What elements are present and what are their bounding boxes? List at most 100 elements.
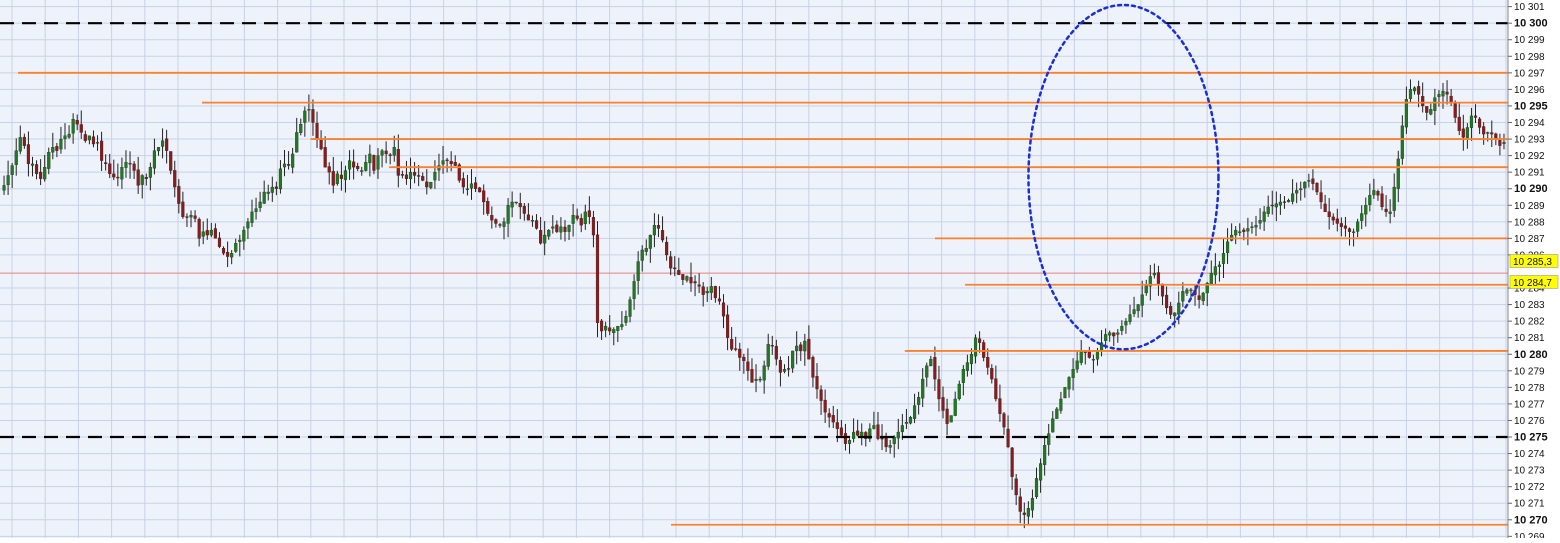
y-tick-label: 10 294: [1514, 118, 1545, 129]
candle-body-up: [2, 185, 6, 191]
candle-body-up: [71, 119, 75, 134]
candle-body-down: [1445, 91, 1449, 95]
candle-body-up: [1185, 289, 1189, 294]
candle-body-down: [856, 430, 860, 436]
candle-body-up: [1372, 190, 1376, 196]
candle-body-down: [417, 175, 421, 177]
candle-body-down: [83, 134, 87, 141]
candle-body-down: [473, 182, 478, 189]
candle-body-down: [717, 298, 722, 302]
y-tick-label: 10 296: [1514, 85, 1545, 96]
candle-body-up: [612, 329, 616, 334]
candle-body-down: [1022, 512, 1026, 515]
candle-body-down: [941, 397, 945, 411]
candle-body-down: [132, 163, 136, 171]
candle-body-down: [986, 357, 990, 368]
candle-body-down: [815, 376, 819, 390]
candle-body-up: [242, 229, 246, 242]
candle-body-up: [1152, 272, 1156, 276]
candle-body-down: [1002, 413, 1006, 428]
candle-body-down: [226, 252, 230, 257]
candle-body-up: [270, 186, 274, 193]
candle-body-up: [1136, 304, 1140, 312]
candle-body-up: [795, 345, 799, 352]
candle-body-up: [1043, 445, 1047, 465]
candle-body-up: [1128, 314, 1132, 322]
candle-body-up: [624, 316, 628, 323]
candle-body-down: [681, 274, 685, 280]
candle-body-down: [384, 150, 388, 155]
candle-body-up: [465, 188, 469, 190]
candle-body-down: [1165, 294, 1169, 309]
candle-body-up: [47, 152, 51, 169]
candle-body-down: [177, 186, 181, 204]
candle-body-up: [888, 445, 892, 448]
y-tick-label: 10 272: [1514, 482, 1545, 493]
candle-body-up: [957, 383, 961, 399]
candle-body-down: [1169, 305, 1173, 315]
candle-body-up: [1189, 289, 1193, 292]
candle-body-up: [392, 147, 396, 156]
candle-body-down: [937, 379, 941, 400]
candle-body-up: [1217, 264, 1221, 267]
candle-body-up: [1286, 200, 1291, 203]
candle-body-up: [347, 160, 352, 170]
candle-body-up: [1274, 203, 1278, 208]
candle-body-down: [193, 215, 197, 219]
candle-body-down: [1319, 192, 1323, 203]
candle-body-down: [1347, 228, 1352, 232]
candle-body-down: [599, 320, 604, 332]
candle-body-up: [1368, 195, 1372, 205]
candle-body-up: [120, 167, 124, 180]
candle-body-down: [978, 338, 982, 343]
candle-body-down: [555, 224, 559, 232]
candle-body-up: [1441, 90, 1445, 97]
candle-body-up: [380, 150, 384, 156]
candle-body-up: [124, 162, 128, 168]
y-tick-label: 10 293: [1514, 135, 1545, 146]
candle-body-up: [1303, 181, 1307, 189]
candle-body-down: [185, 216, 189, 218]
candle-body-up: [1132, 309, 1136, 314]
candle-body-down: [843, 433, 848, 444]
candle-body-up: [14, 150, 18, 165]
candle-body-down: [827, 413, 831, 418]
candle-body-down: [213, 228, 217, 239]
candle-body-up: [949, 415, 953, 423]
candle-body-up: [762, 365, 766, 381]
y-tick-label: 10 292: [1514, 151, 1545, 162]
candle-body-up: [1400, 125, 1404, 159]
candle-body-up: [87, 135, 91, 141]
candle-body-down: [461, 178, 465, 188]
candle-body-down: [839, 427, 843, 436]
candle-body-down: [734, 348, 738, 350]
candle-body-down: [1498, 140, 1502, 146]
candle-body-down: [726, 314, 730, 338]
candle-body-down: [490, 215, 494, 221]
candle-body-down: [1156, 272, 1161, 285]
candle-body-up: [152, 150, 157, 169]
candle-body-down: [811, 357, 815, 378]
chart-svg: 10 301 10 300 10 299 10 298 10 297 10 296 10 2…: [0, 0, 1560, 543]
candle-body-down: [595, 234, 600, 323]
candle-body-down: [608, 327, 612, 332]
candle-body-down: [933, 357, 937, 380]
candle-body-up: [1299, 188, 1303, 191]
candle-body-up: [620, 324, 624, 328]
candle-body-up: [254, 208, 258, 212]
candle-body-down: [880, 437, 884, 440]
candle-body-down: [742, 356, 746, 362]
candle-body-up: [140, 175, 144, 185]
candle-body-up: [1437, 94, 1441, 97]
candle-body-up: [469, 183, 474, 189]
y-tick-label: 10 270: [1514, 514, 1548, 526]
candle-body-down: [835, 422, 839, 429]
candle-body-down: [486, 201, 490, 214]
candle-body-down: [1453, 103, 1457, 118]
candle-body-down: [1482, 126, 1486, 135]
candle-body-down: [22, 136, 26, 146]
candle-body-up: [1201, 292, 1205, 302]
candle-body-up: [917, 397, 921, 405]
candle-body-down: [34, 164, 39, 174]
candle-body-down: [1380, 193, 1384, 208]
